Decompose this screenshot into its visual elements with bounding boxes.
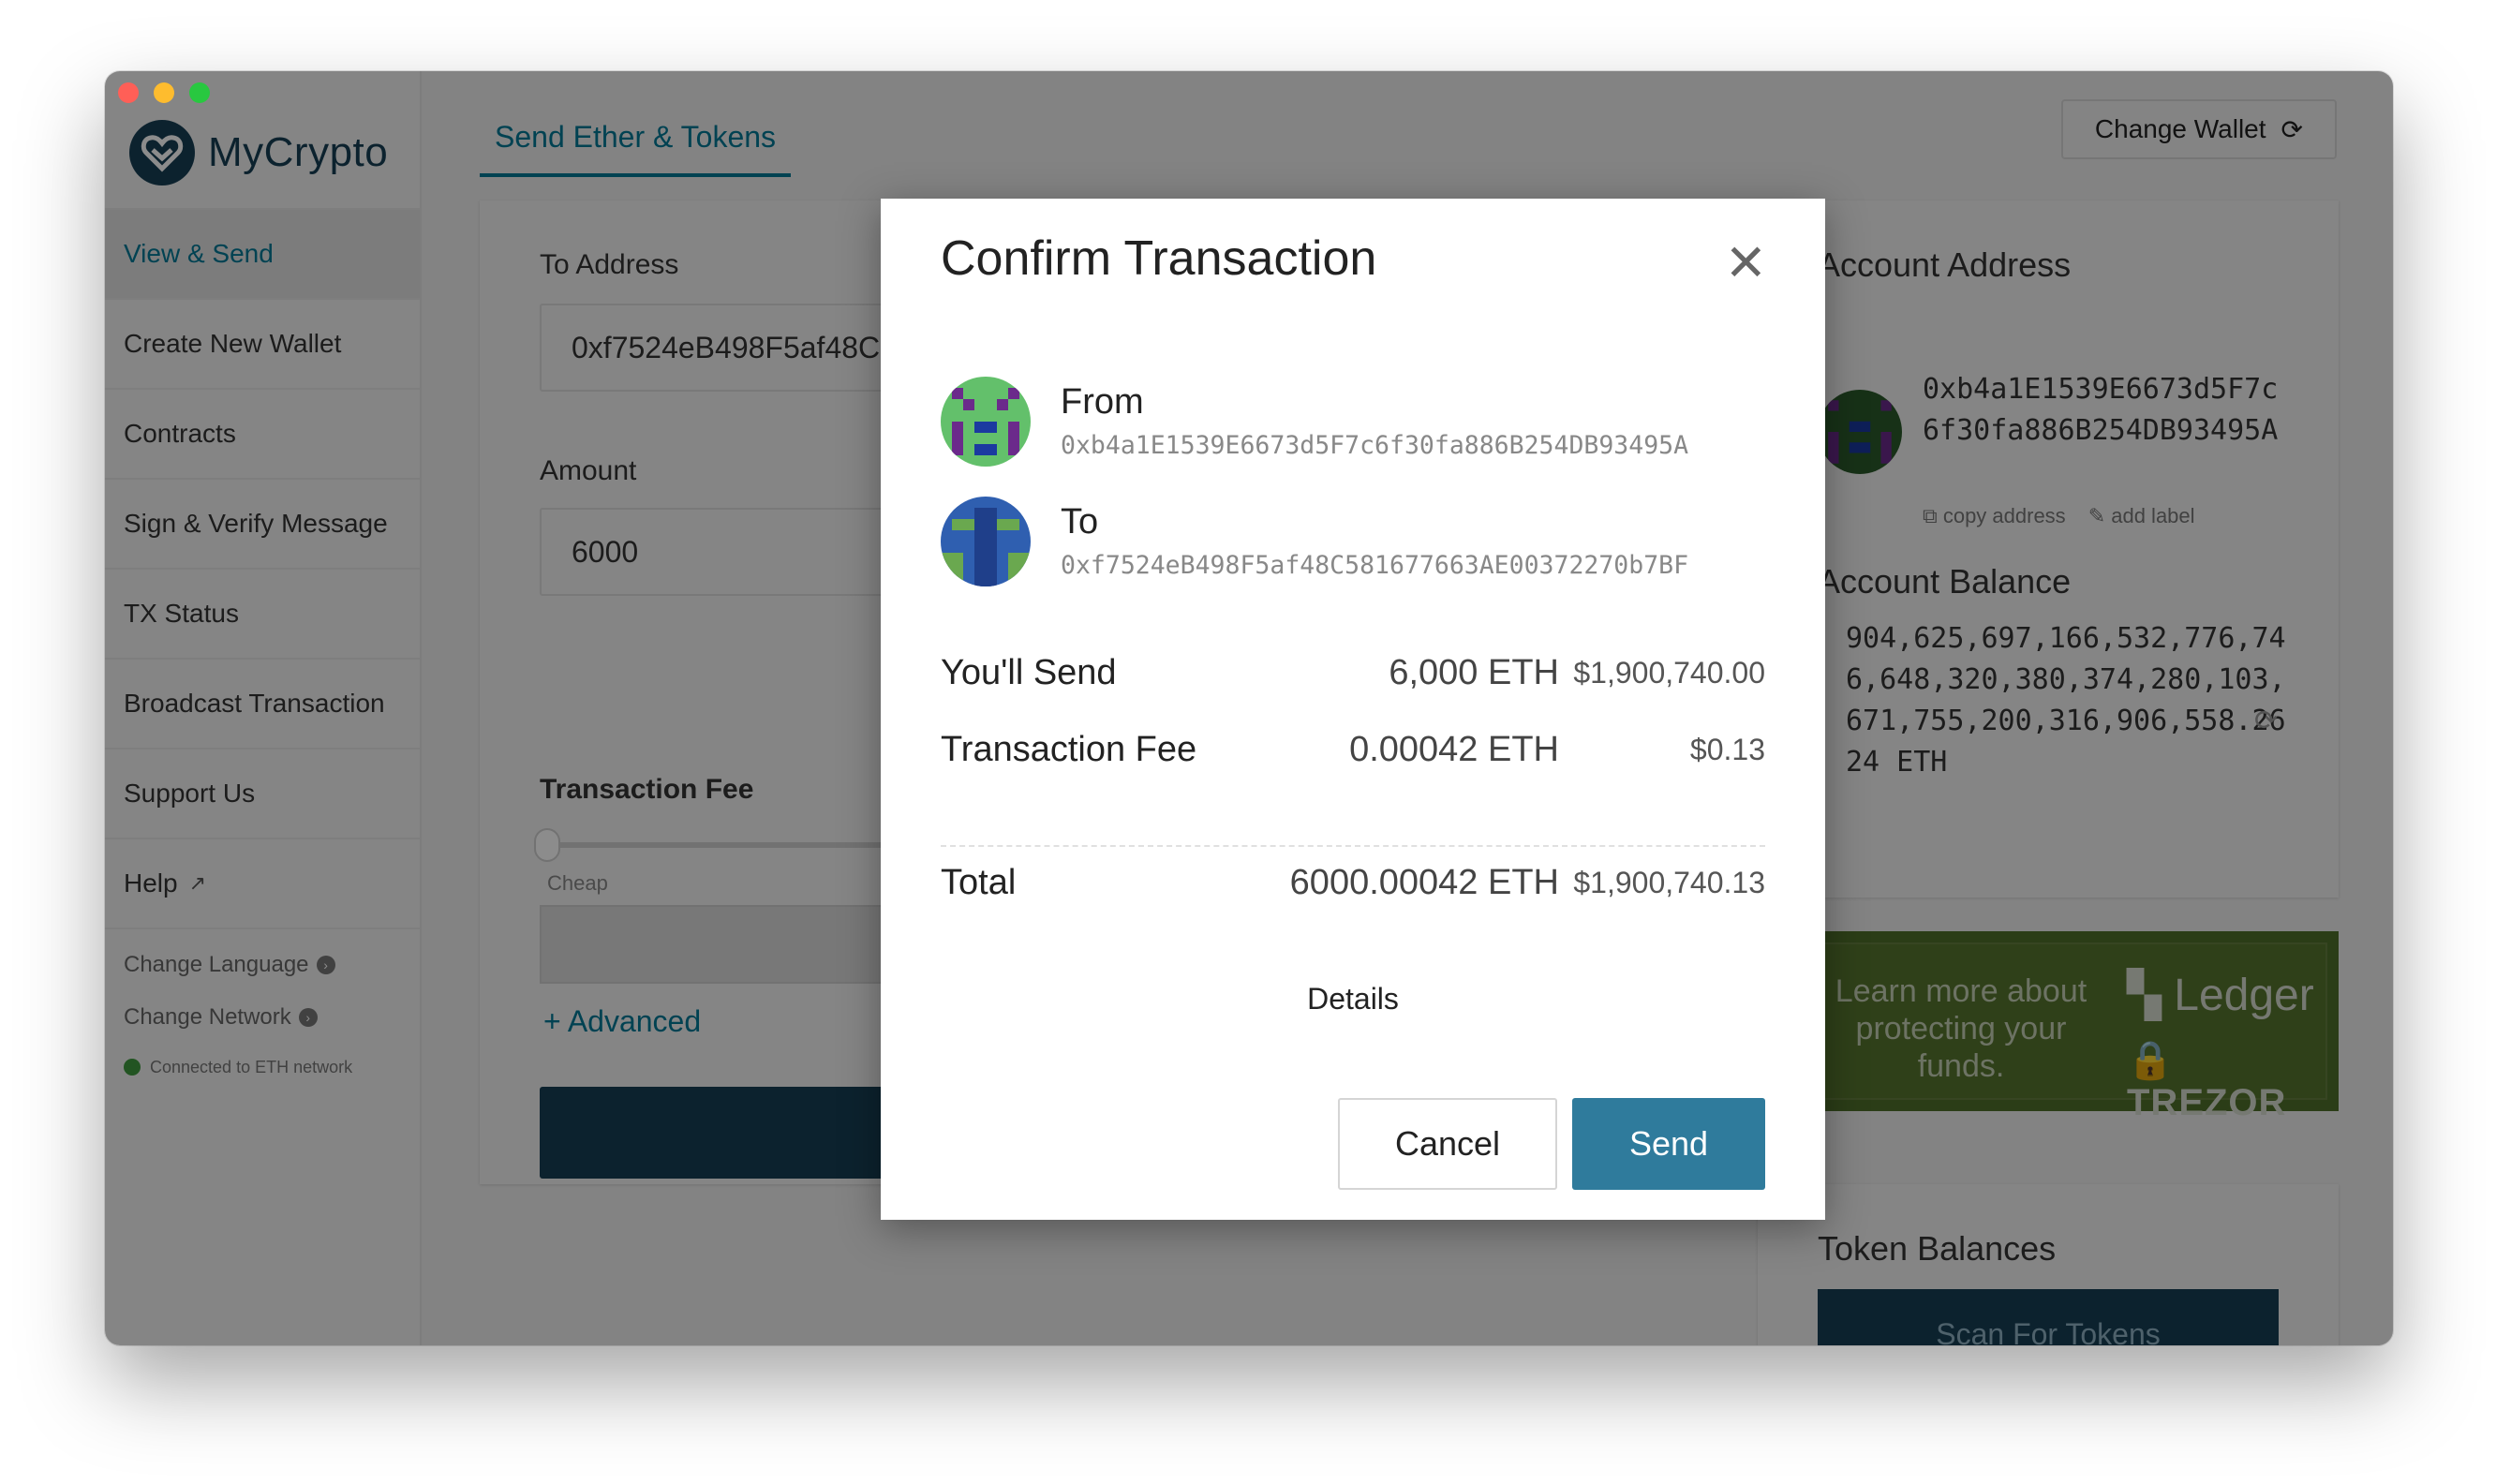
summary-label: Total — [941, 862, 1017, 902]
to-label: To — [1061, 502, 1099, 542]
identicon — [941, 377, 1031, 467]
summary-eth: 6000.00042 ETH — [1289, 862, 1559, 902]
summary-row-fee: Transaction Fee 0.00042 ETH $0.13 — [941, 721, 1765, 778]
summary-usd: $1,900,740.13 — [1573, 865, 1765, 899]
summary-eth: 6,000 ETH — [1389, 652, 1559, 692]
summary-row-send: You'll Send 6,000 ETH $1,900,740.00 — [941, 645, 1765, 701]
confirm-transaction-modal: Confirm Transaction ✕ From 0xb4a1E1539E6… — [881, 199, 1825, 1220]
from-label: From — [1061, 382, 1144, 422]
app-window: MyCrypto View & Send Create New Wallet C… — [105, 71, 2393, 1345]
send-button[interactable]: Send — [1572, 1098, 1765, 1190]
summary-eth: 0.00042 ETH — [1349, 729, 1559, 769]
summary-row-total: Total 6000.00042 ETH $1,900,740.13 — [941, 854, 1765, 911]
close-icon[interactable]: ✕ — [1725, 238, 1767, 289]
summary-usd: $0.13 — [1689, 732, 1765, 766]
modal-title: Confirm Transaction — [941, 231, 1377, 286]
to-address: 0xf7524eB498F5af48C581677663AE00372270b7… — [1061, 551, 1689, 580]
minimize-window-button[interactable] — [154, 82, 174, 103]
summary-label: Transaction Fee — [941, 729, 1197, 769]
from-party: From 0xb4a1E1539E6673d5F7c6f30fa886B254D… — [941, 377, 1765, 470]
details-toggle[interactable]: Details — [881, 982, 1825, 1017]
from-address: 0xb4a1E1539E6673d5F7c6f30fa886B254DB9349… — [1061, 431, 1689, 460]
summary-label: You'll Send — [941, 652, 1117, 692]
to-party: To 0xf7524eB498F5af48C581677663AE0037227… — [941, 497, 1765, 590]
summary-usd: $1,900,740.00 — [1573, 655, 1765, 690]
close-window-button[interactable] — [118, 82, 139, 103]
summary-divider — [941, 845, 1765, 847]
identicon — [941, 497, 1031, 586]
maximize-window-button[interactable] — [189, 82, 210, 103]
cancel-button[interactable]: Cancel — [1338, 1098, 1557, 1190]
window-controls — [118, 82, 210, 103]
